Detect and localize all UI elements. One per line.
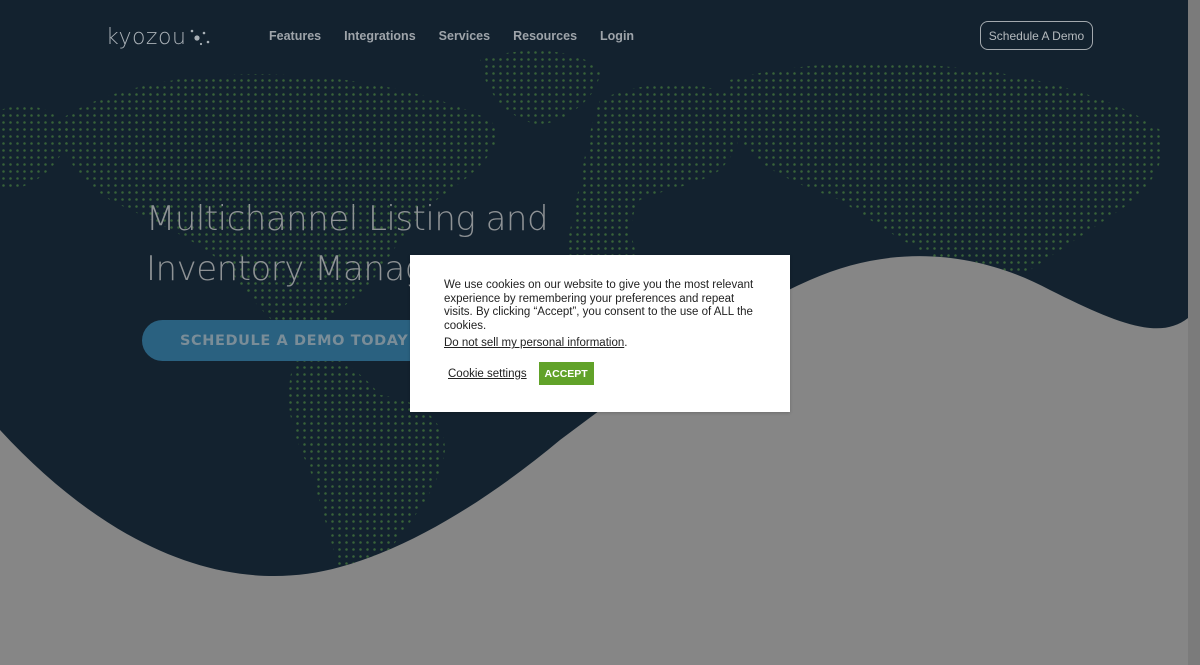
cookie-do-not-sell-row: Do not sell my personal information. (444, 337, 628, 350)
cookie-actions: Cookie settings ACCEPT (448, 362, 594, 385)
hero-headline-line-1: Multichannel Listing and (146, 199, 549, 239)
schedule-demo-today-button[interactable]: SCHEDULE A DEMO TODAY (142, 320, 442, 361)
cookie-settings-link[interactable]: Cookie settings (448, 368, 527, 380)
nav-login[interactable]: Login (600, 29, 634, 43)
nav-features[interactable]: Features (269, 29, 321, 43)
page-scrollbar[interactable] (1188, 0, 1200, 665)
nav-services[interactable]: Services (439, 29, 490, 43)
logo-constellation-icon (191, 29, 210, 46)
nav-resources[interactable]: Resources (513, 29, 577, 43)
schedule-demo-header-button[interactable]: Schedule A Demo (980, 21, 1093, 50)
nav-integrations[interactable]: Integrations (344, 29, 416, 43)
main-nav: Features Integrations Services Resources… (269, 29, 634, 43)
do-not-sell-link[interactable]: Do not sell my personal information (444, 337, 624, 349)
cookie-message: We use cookies on our website to give yo… (444, 279, 754, 332)
kyozou-logo[interactable]: kyozou (106, 22, 214, 52)
accept-cookies-button[interactable]: ACCEPT (538, 362, 594, 385)
logo-text: kyozou (106, 24, 187, 50)
cookie-consent-dialog: We use cookies on our website to give yo… (410, 255, 790, 412)
